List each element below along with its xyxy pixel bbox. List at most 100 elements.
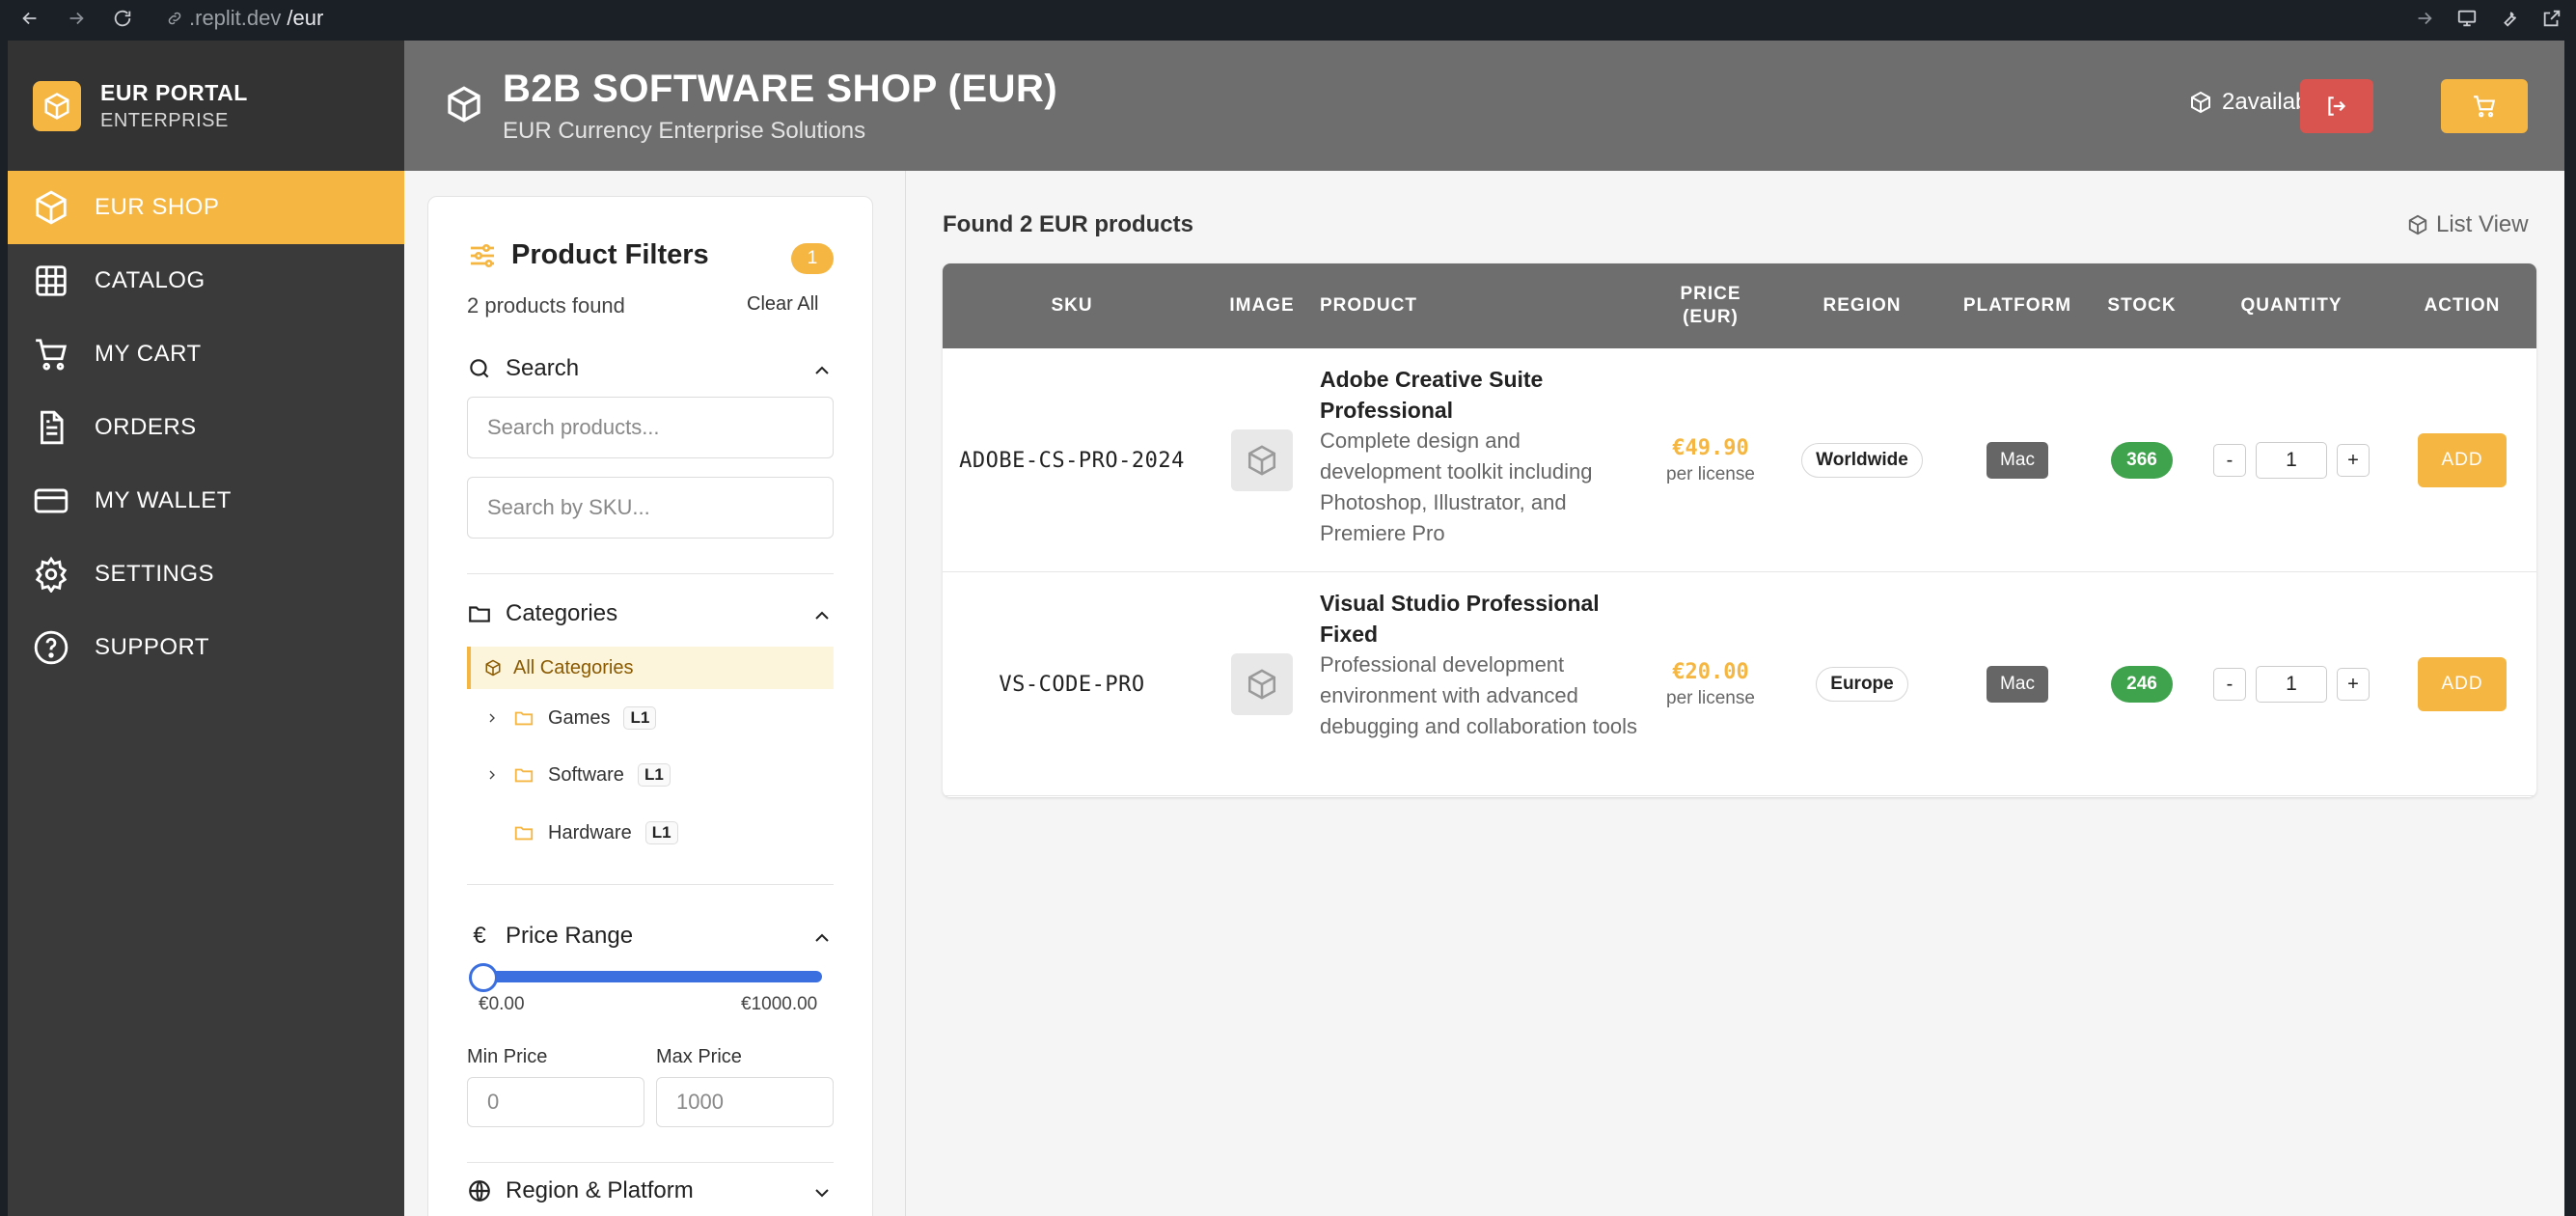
box-icon	[1247, 669, 1276, 700]
folder-icon	[514, 711, 534, 726]
external-link-icon[interactable]	[2541, 8, 2562, 29]
stock-badge: 366	[2111, 442, 2173, 479]
results-count: Found 2 EUR products	[943, 211, 1193, 237]
sidebar-item-label: SETTINGS	[95, 561, 215, 587]
link-icon	[168, 12, 181, 25]
page-subtitle: EUR Currency Enterprise Solutions	[503, 118, 866, 144]
arrow-right-icon[interactable]	[2414, 8, 2435, 29]
help-circle-icon	[34, 630, 69, 665]
product-name: Visual Studio Professional Fixed	[1320, 591, 1600, 647]
column-header-image: IMAGE	[1229, 295, 1295, 316]
sidebar-item-label: ORDERS	[95, 414, 197, 440]
region-platform-section-header[interactable]: Region & Platform	[467, 1177, 694, 1204]
list-view-toggle[interactable]: List View	[2407, 211, 2529, 238]
sidebar-item-settings[interactable]: SETTINGS	[8, 538, 404, 611]
price-range-section-header[interactable]: € Price Range	[467, 923, 633, 950]
price-cell: €20.00 per license	[1666, 660, 1755, 709]
gear-icon	[35, 556, 68, 593]
box-icon	[485, 659, 501, 677]
results-area: Found 2 EUR products List View SKU IMAGE…	[906, 171, 2564, 1216]
credit-card-icon	[34, 488, 69, 513]
price-slider-handle[interactable]	[469, 963, 498, 992]
sidebar: EUR PORTAL ENTERPRISE EUR SHOP CATALOG M…	[8, 41, 404, 1216]
forward-arrow-icon[interactable]	[66, 8, 87, 29]
sidebar-item-eur-shop[interactable]: EUR SHOP	[8, 171, 404, 244]
quantity-stepper: - 1 +	[2213, 666, 2370, 703]
quantity-increment-button[interactable]: +	[2337, 668, 2370, 701]
quantity-increment-button[interactable]: +	[2337, 444, 2370, 477]
category-hardware[interactable]: Hardware L1	[513, 821, 678, 844]
sidebar-item-support[interactable]: SUPPORT	[8, 611, 404, 684]
box-icon	[1247, 445, 1276, 476]
cart-button[interactable]	[2441, 79, 2528, 133]
categories-section-title: Categories	[506, 600, 618, 626]
back-arrow-icon[interactable]	[19, 8, 41, 29]
brand-subtitle: ENTERPRISE	[100, 109, 229, 131]
search-products-input[interactable]: Search products...	[467, 397, 834, 458]
sidebar-item-my-wallet[interactable]: MY WALLET	[8, 464, 404, 538]
sidebar-item-catalog[interactable]: CATALOG	[8, 244, 404, 318]
platform-badge: Mac	[1987, 442, 2048, 479]
filters-title: Product Filters	[511, 239, 709, 270]
clear-all-button[interactable]: Clear All	[747, 293, 818, 316]
cart-icon	[2474, 96, 2496, 118]
category-all-label: All Categories	[513, 656, 634, 678]
page-title: B2B SOFTWARE SHOP (EUR)	[503, 68, 1058, 110]
chevron-up-icon[interactable]	[810, 604, 834, 627]
category-level-badge: L1	[637, 763, 671, 787]
euro-icon: €	[473, 923, 486, 949]
sidebar-item-my-cart[interactable]: MY CART	[8, 318, 404, 391]
quantity-decrement-button[interactable]: -	[2213, 444, 2246, 477]
category-all[interactable]: All Categories	[467, 647, 834, 689]
wrench-icon[interactable]	[2499, 8, 2520, 29]
chevron-up-icon[interactable]	[810, 359, 834, 382]
category-level-badge: L1	[623, 706, 657, 730]
chevron-up-icon[interactable]	[810, 926, 834, 950]
browser-window: .replit.dev/eur EUR PORTAL ENTERPRISE EU…	[0, 0, 2576, 1216]
category-level-badge: L1	[644, 821, 678, 844]
app-root: EUR PORTAL ENTERPRISE EUR SHOP CATALOG M…	[8, 41, 2564, 1216]
product-cell: Visual Studio Professional Fixed Profess…	[1320, 588, 1638, 742]
sidebar-item-orders[interactable]: ORDERS	[8, 391, 404, 464]
quantity-input[interactable]: 1	[2256, 666, 2327, 703]
quantity-input[interactable]: 1	[2256, 442, 2327, 479]
category-name: Games	[548, 706, 611, 729]
search-icon	[470, 359, 489, 378]
add-to-cart-button[interactable]: ADD	[2418, 433, 2507, 487]
categories-section-header[interactable]: Categories	[467, 600, 617, 627]
search-section-title: Search	[506, 355, 580, 381]
chevron-right-icon[interactable]	[484, 767, 500, 783]
product-description: Professional development environment wit…	[1320, 652, 1638, 738]
products-found-text: 2 products found	[467, 293, 625, 318]
list-view-label: List View	[2436, 211, 2529, 237]
monitor-icon[interactable]	[2456, 8, 2478, 29]
min-price-label: Min Price	[467, 1046, 548, 1067]
search-sku-input[interactable]: Search by SKU...	[467, 477, 834, 539]
price-slider-track[interactable]	[479, 971, 822, 982]
quantity-stepper: - 1 +	[2213, 442, 2370, 479]
product-filters-panel: Product Filters 1 2 products found Clear…	[427, 196, 873, 1216]
url-path: /eur	[287, 6, 324, 30]
chevron-down-icon[interactable]	[810, 1181, 834, 1204]
product-name: Adobe Creative Suite Professional	[1320, 367, 1544, 423]
search-section-header[interactable]: Search	[467, 355, 579, 382]
reload-icon[interactable]	[112, 8, 133, 29]
address-bar[interactable]: .replit.dev/eur	[166, 6, 323, 31]
chevron-right-icon[interactable]	[484, 710, 500, 726]
price-cell: €49.90 per license	[1666, 436, 1755, 485]
stock-badge: 246	[2111, 666, 2173, 703]
category-software[interactable]: Software L1	[484, 763, 671, 787]
category-name: Software	[548, 763, 624, 786]
category-games[interactable]: Games L1	[484, 706, 657, 730]
logout-button[interactable]	[2300, 79, 2373, 133]
brand-title: EUR PORTAL	[100, 79, 248, 105]
filters-column: Product Filters 1 2 products found Clear…	[404, 171, 906, 1216]
column-header-price-text: PRICE (EUR)	[1680, 284, 1741, 327]
min-price-input[interactable]: 0	[467, 1077, 644, 1127]
max-price-input[interactable]: 1000	[656, 1077, 834, 1127]
folder-icon	[514, 826, 534, 841]
quantity-decrement-button[interactable]: -	[2213, 668, 2246, 701]
column-header-region: REGION	[1822, 295, 1902, 316]
add-to-cart-button[interactable]: ADD	[2418, 657, 2507, 711]
price-unit: per license	[1666, 463, 1755, 484]
